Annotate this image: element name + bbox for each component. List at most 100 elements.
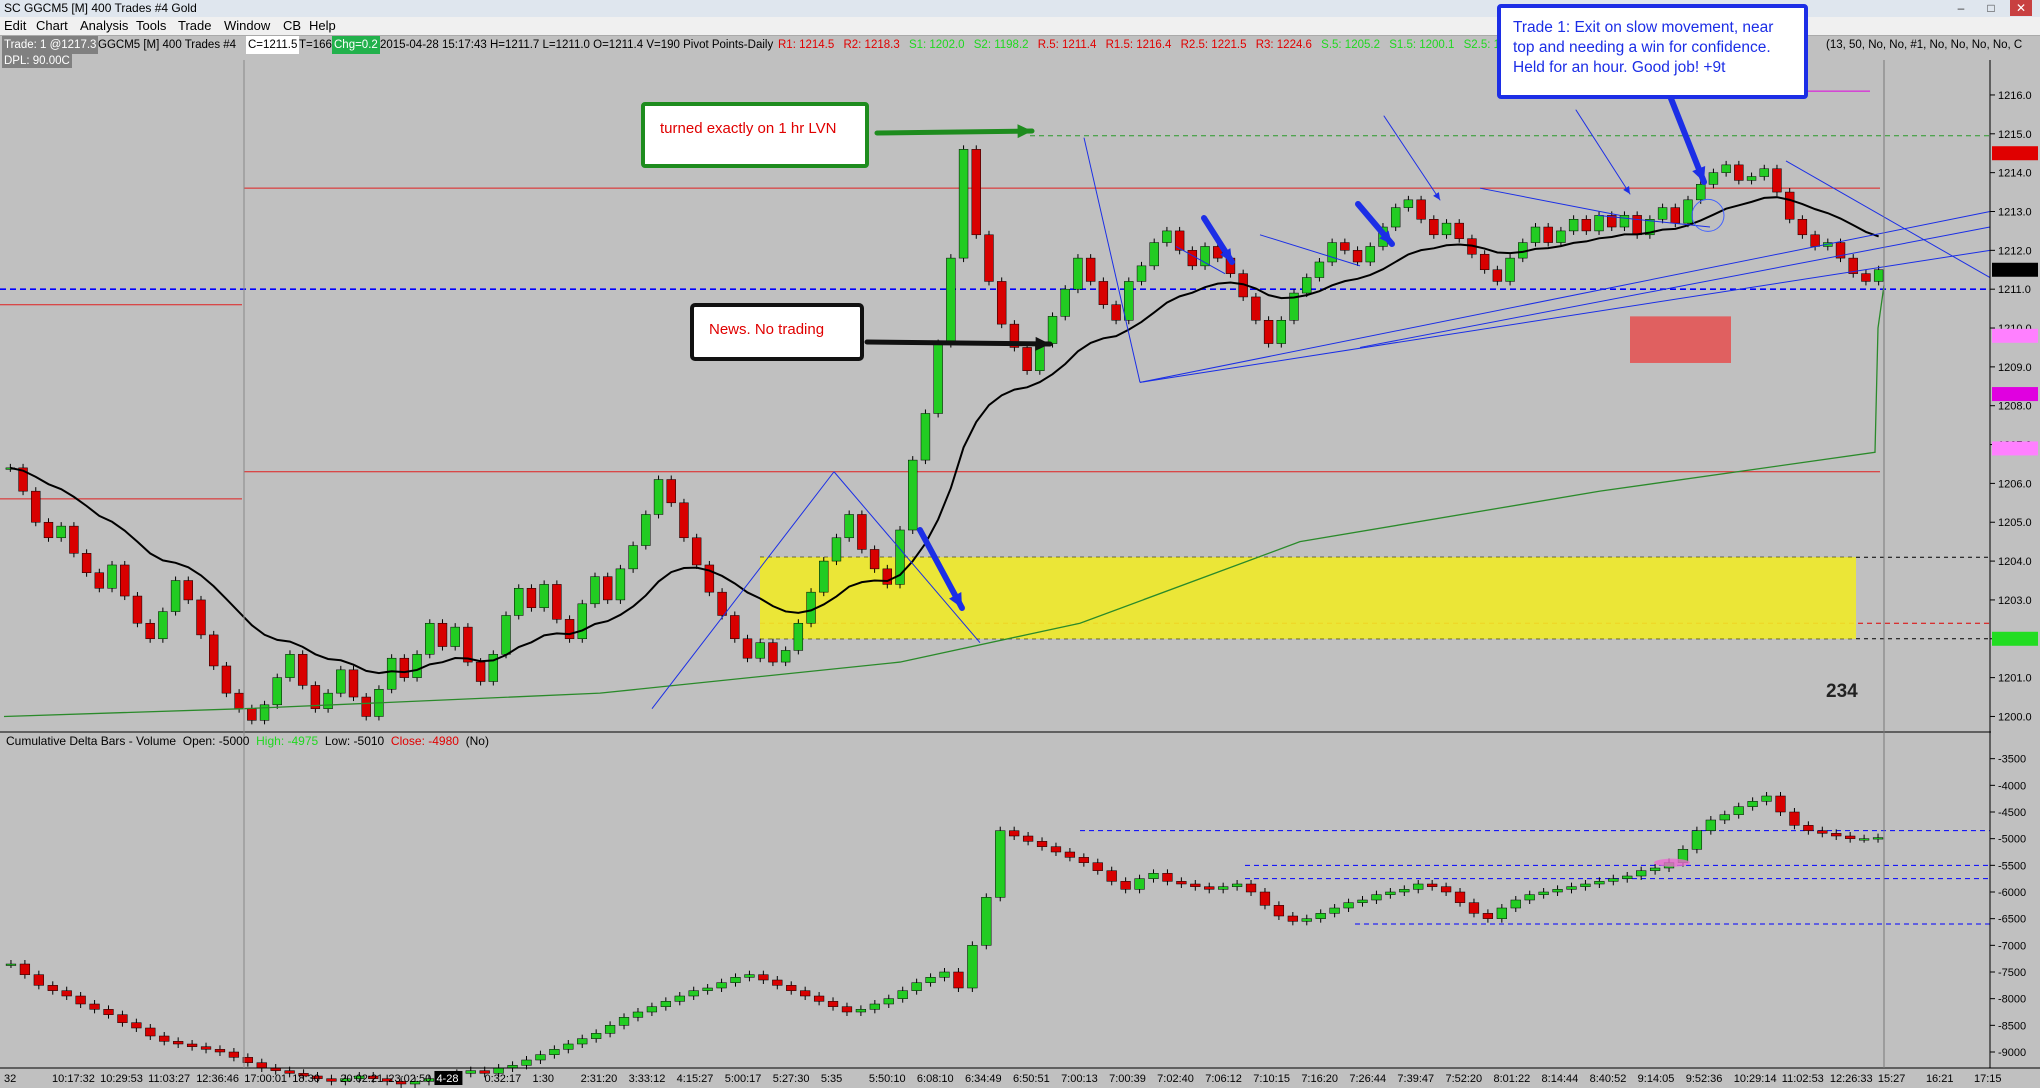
delta-candle-bar <box>827 1001 839 1007</box>
price-candle-bar <box>1174 230 1185 251</box>
delta-candle-bar <box>688 990 699 997</box>
price-candle-bar <box>615 568 626 601</box>
price-candle-bar <box>730 615 740 640</box>
price-candle-bar <box>539 584 549 608</box>
delta-candle-bar <box>33 974 44 986</box>
price-candle-bar <box>882 568 893 585</box>
delta-candle-bar <box>1482 913 1494 919</box>
price-candle-bar <box>247 708 257 721</box>
delta-candle-bar <box>173 1041 184 1045</box>
delta-candle-bar <box>1134 878 1145 890</box>
delta-candle-bar <box>813 995 825 1002</box>
price-candle-bar <box>437 622 448 647</box>
price-candle-bar <box>1556 230 1566 243</box>
x-tick-label: 12:36:46 <box>196 1073 239 1085</box>
price-candle-bar <box>552 584 562 620</box>
price-candle-bar <box>221 665 232 694</box>
delta-candle-bar <box>1385 891 1396 895</box>
trade1-annotation-text: Trade 1: Exit on slow movement, near top… <box>1513 19 1774 76</box>
price-candle-bar <box>425 622 435 655</box>
price-candle-bar <box>234 692 244 709</box>
price-candle-bar <box>1149 242 1159 267</box>
price-candle-bar <box>857 514 867 550</box>
delta-candle-bar <box>1872 837 1884 840</box>
y-tick-label: -4000 <box>1998 780 2026 792</box>
delta-candle-bar <box>1315 913 1326 919</box>
delta-candle-bar <box>855 1009 867 1013</box>
delta-candle-bar <box>800 990 811 997</box>
price-candle-bar <box>869 549 880 570</box>
delta-candle-bar <box>1036 841 1048 847</box>
y-tick-label: 1208.0 <box>1998 401 2032 413</box>
price-candle-bar <box>1022 347 1032 372</box>
delta-candle-bar <box>89 1003 100 1010</box>
x-tick-label: 10:29:53 <box>100 1073 143 1085</box>
y-tick-label: -9000 <box>1998 1047 2026 1059</box>
news-annotation-text: News. No trading <box>709 321 825 338</box>
delta-candle-bar <box>1468 902 1480 914</box>
delta-candle-bar <box>1552 889 1563 893</box>
news-annotation: News. No trading <box>690 303 864 361</box>
x-tick-label: 11:02:53 <box>1782 1073 1824 1085</box>
x-tick-label: 2:31:20 <box>581 1073 618 1085</box>
delta-candle-bar <box>632 1011 644 1018</box>
delta-candle-bar <box>646 1006 658 1013</box>
delta-candle-bar <box>1092 862 1103 871</box>
price-candle-bar <box>475 661 486 682</box>
delta-candle-bar <box>1329 907 1340 914</box>
price-candle-bar <box>780 650 791 663</box>
delta-candle-bar <box>1427 883 1438 887</box>
price-candle-bar <box>1734 164 1744 181</box>
bar-counter: 234 <box>1826 681 1858 702</box>
price-candle-bar <box>679 502 689 539</box>
delta-high: High: -4975 <box>256 734 319 748</box>
target-box <box>1630 316 1731 363</box>
delta-candle-bar <box>5 963 17 966</box>
price-marker <box>1992 328 2038 343</box>
delta-candle-bar <box>1399 889 1410 893</box>
delta-candle-bar <box>1636 870 1647 877</box>
price-candle-bar <box>1124 281 1134 321</box>
delta-candle-bar <box>604 1025 616 1034</box>
price-candle-bar <box>412 654 422 678</box>
price-candle-bar <box>1416 199 1426 220</box>
delta-candle-bar <box>228 1051 240 1058</box>
price-candle-bar <box>145 622 155 640</box>
arrow-shaft <box>1383 115 1441 201</box>
delta-candle-bar <box>19 963 31 975</box>
price-candle-bar <box>183 580 193 601</box>
price-candle-bar <box>920 413 931 461</box>
price-candle-bar <box>908 459 918 531</box>
delta-candle-bar <box>1510 899 1521 909</box>
price-candle-bar <box>1861 273 1871 282</box>
delta-candle-bar <box>1803 825 1814 831</box>
price-candle-bar <box>450 626 460 647</box>
delta-candle-bar <box>953 971 964 989</box>
price-candle-bar <box>170 580 181 612</box>
price-candle-bar <box>1162 230 1172 243</box>
y-tick-label: -8500 <box>1998 1020 2026 1032</box>
price-candle-bar <box>1632 215 1642 236</box>
delta-candle-bar <box>674 995 685 1002</box>
price-candle-bar <box>1696 184 1706 201</box>
delta-candle-bar <box>1580 883 1591 887</box>
price-candle-bar <box>1619 215 1630 228</box>
delta-candle-bar <box>1845 835 1856 839</box>
price-candle-bar <box>1759 168 1769 177</box>
price-candle-bar <box>628 545 638 570</box>
delta-candle-bar <box>967 945 978 989</box>
trading-chart[interactable]: 1216.01215.01214.01213.01212.01211.01210… <box>0 0 2040 1088</box>
x-tick-label: 8:01:22 <box>1494 1073 1531 1085</box>
delta-candle-bar <box>1176 881 1187 885</box>
delta-flag: (No) <box>465 734 489 748</box>
price-candle-bar <box>1873 269 1884 282</box>
x-tick-label: 16:21 <box>1926 1073 1954 1085</box>
price-marker <box>1992 387 2038 402</box>
delta-candle-bar <box>1831 833 1842 837</box>
x-tick-label: 12:26:33 <box>1830 1073 1873 1085</box>
price-candle-bar <box>1479 253 1490 271</box>
price-candle-bar <box>158 611 168 640</box>
support-zone <box>760 557 1856 639</box>
price-candle-bar <box>196 599 206 636</box>
price-candle-bar <box>1594 215 1604 232</box>
